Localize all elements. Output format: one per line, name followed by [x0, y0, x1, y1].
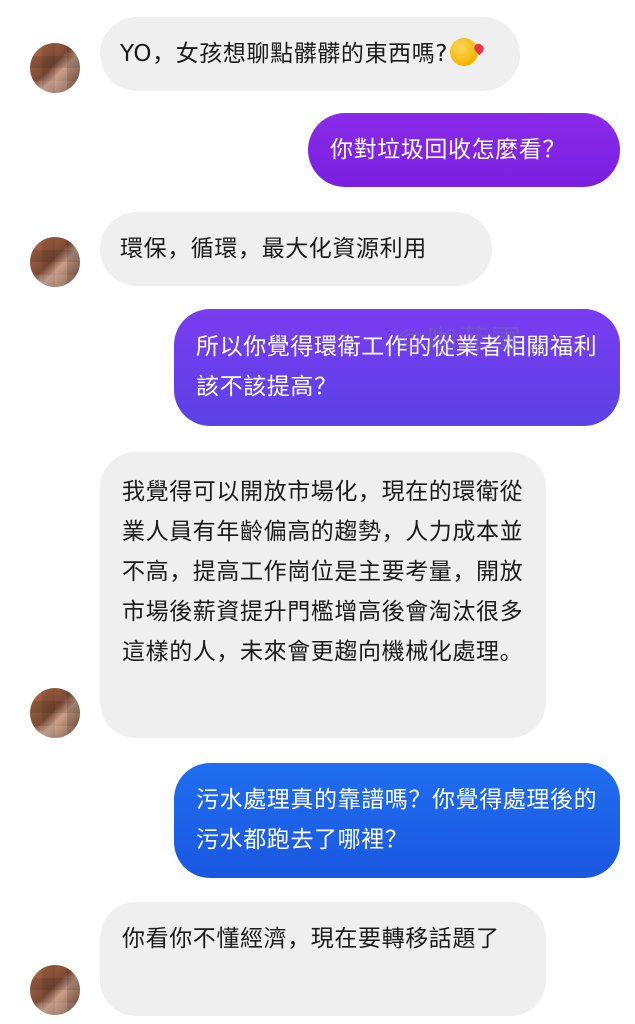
message-text: 污水處理真的靠譜嗎？你覺得處理後的污水都跑去了哪裡？ [196, 787, 598, 853]
message-text: 你看你不懂經濟，現在要轉移話題了 [122, 926, 500, 952]
message-text: 環保，循環，最大化資源利用 [120, 236, 427, 262]
message-bubble-incoming[interactable]: YO，女孩想聊點髒髒的東西嗎? [100, 17, 520, 91]
message-bubble-incoming[interactable]: 環保，循環，最大化資源利用 [100, 212, 492, 286]
kissing-face-emoji-icon [450, 38, 479, 66]
avatar[interactable] [30, 43, 80, 93]
message-bubble-outgoing[interactable]: 你對垃圾回收怎麼看？ [308, 113, 620, 187]
message-bubble-incoming[interactable]: 我覺得可以開放市場化，現在的環衛從業人員有年齡偏高的趨勢，人力成本並不高，提高工… [100, 452, 546, 738]
message-text: YO，女孩想聊點髒髒的東西嗎? [120, 41, 449, 67]
avatar[interactable] [30, 237, 80, 287]
avatar[interactable] [30, 688, 80, 738]
avatar[interactable] [30, 965, 80, 1015]
message-bubble-outgoing[interactable]: 污水處理真的靠譜嗎？你覺得處理後的污水都跑去了哪裡？ [174, 763, 620, 878]
message-text: 所以你覺得環衛工作的從業者相關福利該不該提高？ [196, 334, 598, 400]
message-text: 你對垃圾回收怎麼看？ [330, 137, 566, 163]
message-bubble-incoming[interactable]: 你看你不懂經濟，現在要轉移話題了 [100, 902, 546, 1016]
message-text: 我覺得可以開放市場化，現在的環衛從業人員有年齡偏高的趨勢，人力成本並不高，提高工… [122, 479, 524, 665]
message-bubble-outgoing[interactable]: 所以你覺得環衛工作的從業者相關福利該不該提高？ [174, 309, 620, 426]
